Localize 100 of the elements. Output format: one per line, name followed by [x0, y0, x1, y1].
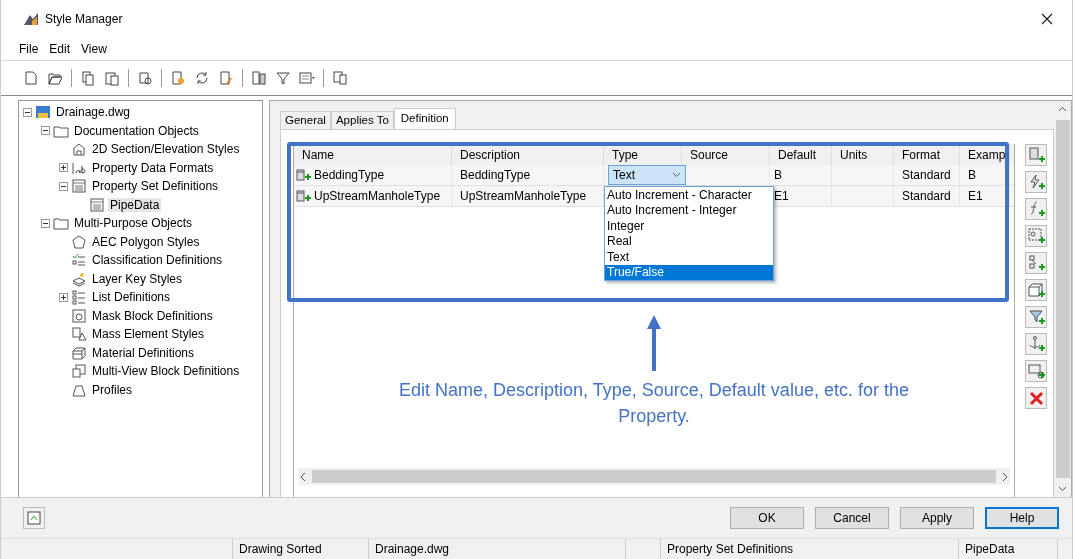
up-arrow [647, 315, 661, 371]
tree-item[interactable]: AEC Polygon Styles [90, 234, 202, 249]
tree-item[interactable]: Multi-View Block Definitions [90, 364, 242, 379]
expand-toggle[interactable] [59, 163, 68, 173]
formula-add-button[interactable] [1025, 198, 1047, 220]
window-title: Style Manager [45, 12, 124, 26]
status-text: Drainage.dwg [375, 542, 450, 556]
table-cell: UpStreamManholeType [460, 189, 587, 203]
scrollbar-thumb[interactable] [1055, 120, 1070, 478]
table-cell: UpStreamManholeType [314, 189, 441, 203]
checklist-icon [71, 252, 87, 269]
location-add-icon [1027, 362, 1045, 380]
tree-item[interactable]: Multi-Purpose Objects [72, 216, 195, 231]
table-cell: E1 [968, 189, 983, 203]
tree-item[interactable]: Property Set Definitions [90, 179, 221, 194]
tree-item[interactable]: List Definitions [90, 290, 173, 305]
graphic-add-button[interactable] [1025, 225, 1047, 247]
mass-element-icon [71, 326, 87, 343]
collapse-toggle[interactable] [23, 107, 32, 117]
filter-add-icon [1027, 308, 1045, 326]
import-icon [170, 70, 186, 86]
table-cell: BeddingType [314, 168, 385, 182]
tree-item[interactable]: Mass Element Styles [90, 327, 207, 342]
dialog-button[interactable]: Apply [900, 507, 974, 529]
status-text: Property Set Definitions [667, 542, 794, 556]
dropdown-option[interactable]: Integer [605, 218, 773, 234]
multi-view-icon [71, 363, 87, 380]
sync-icon [194, 70, 210, 86]
collapse-toggle[interactable] [41, 126, 50, 136]
edit-icon [218, 70, 234, 86]
nodes-add-icon [1027, 254, 1045, 272]
dropdown-option[interactable]: Text [605, 249, 773, 265]
scroll-down-icon[interactable] [1058, 484, 1067, 493]
anchor-add-button[interactable] [1025, 333, 1047, 355]
collapse-toggle[interactable] [59, 181, 68, 191]
tree-item[interactable]: Property Data Formats [90, 160, 216, 175]
new-file-icon [23, 70, 39, 86]
filter-add-button[interactable] [1025, 306, 1047, 328]
table-cell: BeddingType [460, 168, 531, 182]
status-text: Drawing Sorted [239, 542, 322, 556]
property-add-button[interactable] [1025, 144, 1047, 166]
tree-item[interactable]: Profiles [90, 382, 134, 397]
scrollbar-thumb[interactable] [312, 470, 996, 483]
expand-toggle[interactable] [59, 292, 68, 302]
scroll-right-icon[interactable] [1000, 471, 1010, 482]
app-icon [23, 12, 39, 26]
compare-button[interactable] [249, 68, 269, 88]
tree-item[interactable]: Classification Definitions [90, 253, 225, 268]
view-icon [299, 70, 315, 86]
scroll-left-icon[interactable] [298, 471, 308, 482]
dialog-button[interactable]: OK [730, 507, 804, 529]
delete-button[interactable] [1025, 387, 1047, 409]
tree-item[interactable]: Drainage.dwg [54, 105, 133, 120]
tab[interactable]: General [280, 111, 331, 129]
nodes-add-button[interactable] [1025, 252, 1047, 274]
drawing-file-icon [35, 104, 51, 121]
tab[interactable]: Applies To [330, 111, 394, 129]
menu-item[interactable]: File [19, 42, 39, 56]
graphic-add-icon [1027, 227, 1045, 245]
collapse-toggle[interactable] [41, 218, 50, 228]
table-cell: Standard [902, 189, 951, 203]
tree-item[interactable]: Material Definitions [90, 345, 197, 360]
table-cell: B [774, 168, 782, 182]
anchor-add-icon [1027, 335, 1045, 353]
property-add-icon [1027, 146, 1045, 164]
table-icon [71, 178, 87, 195]
house-icon [71, 141, 87, 158]
menu-item[interactable]: Edit [49, 42, 71, 56]
dialog-button[interactable]: Cancel [815, 507, 889, 529]
filter-icon [275, 70, 291, 86]
type-combobox[interactable]: Text [608, 165, 686, 185]
menu-item[interactable]: View [81, 42, 107, 56]
dropdown-option[interactable]: Auto Increment - Character [605, 187, 773, 203]
compare-icon [251, 70, 267, 86]
table-cell: Standard [902, 168, 951, 182]
status-text: PipeData [965, 542, 1015, 556]
dialog-button[interactable]: Help [985, 507, 1059, 529]
block-add-button[interactable] [1025, 279, 1047, 301]
toggle-view-button[interactable] [23, 507, 45, 529]
close-icon [1041, 13, 1053, 25]
open-folder-icon [47, 70, 63, 86]
tab[interactable]: Definition [393, 108, 456, 130]
drawing-icon [26, 510, 42, 526]
lightning-add-icon [1027, 173, 1045, 191]
tree-item[interactable]: 2D Section/Elevation Styles [90, 142, 242, 157]
list-icon [71, 289, 87, 306]
tree-item[interactable]: Mask Block Definitions [90, 308, 215, 323]
annotation-text: Edit Name, Description, Type, Source, Default value, etc. for the Property. [398, 379, 910, 428]
folder-icon [53, 215, 69, 232]
tree-item[interactable]: PipeData [108, 197, 162, 212]
delete-icon [1027, 389, 1045, 407]
tree-item[interactable]: Documentation Objects [72, 123, 201, 138]
dialog-button[interactable] [330, 68, 350, 88]
pentagon-icon [71, 233, 87, 250]
scroll-up-icon[interactable] [1058, 105, 1067, 114]
tree-item[interactable]: Layer Key Styles [90, 271, 185, 286]
dialog-icon [332, 70, 348, 86]
block-add-icon [1027, 281, 1045, 299]
lightning-add-button[interactable] [1025, 171, 1047, 193]
location-add-button[interactable] [1025, 360, 1047, 382]
